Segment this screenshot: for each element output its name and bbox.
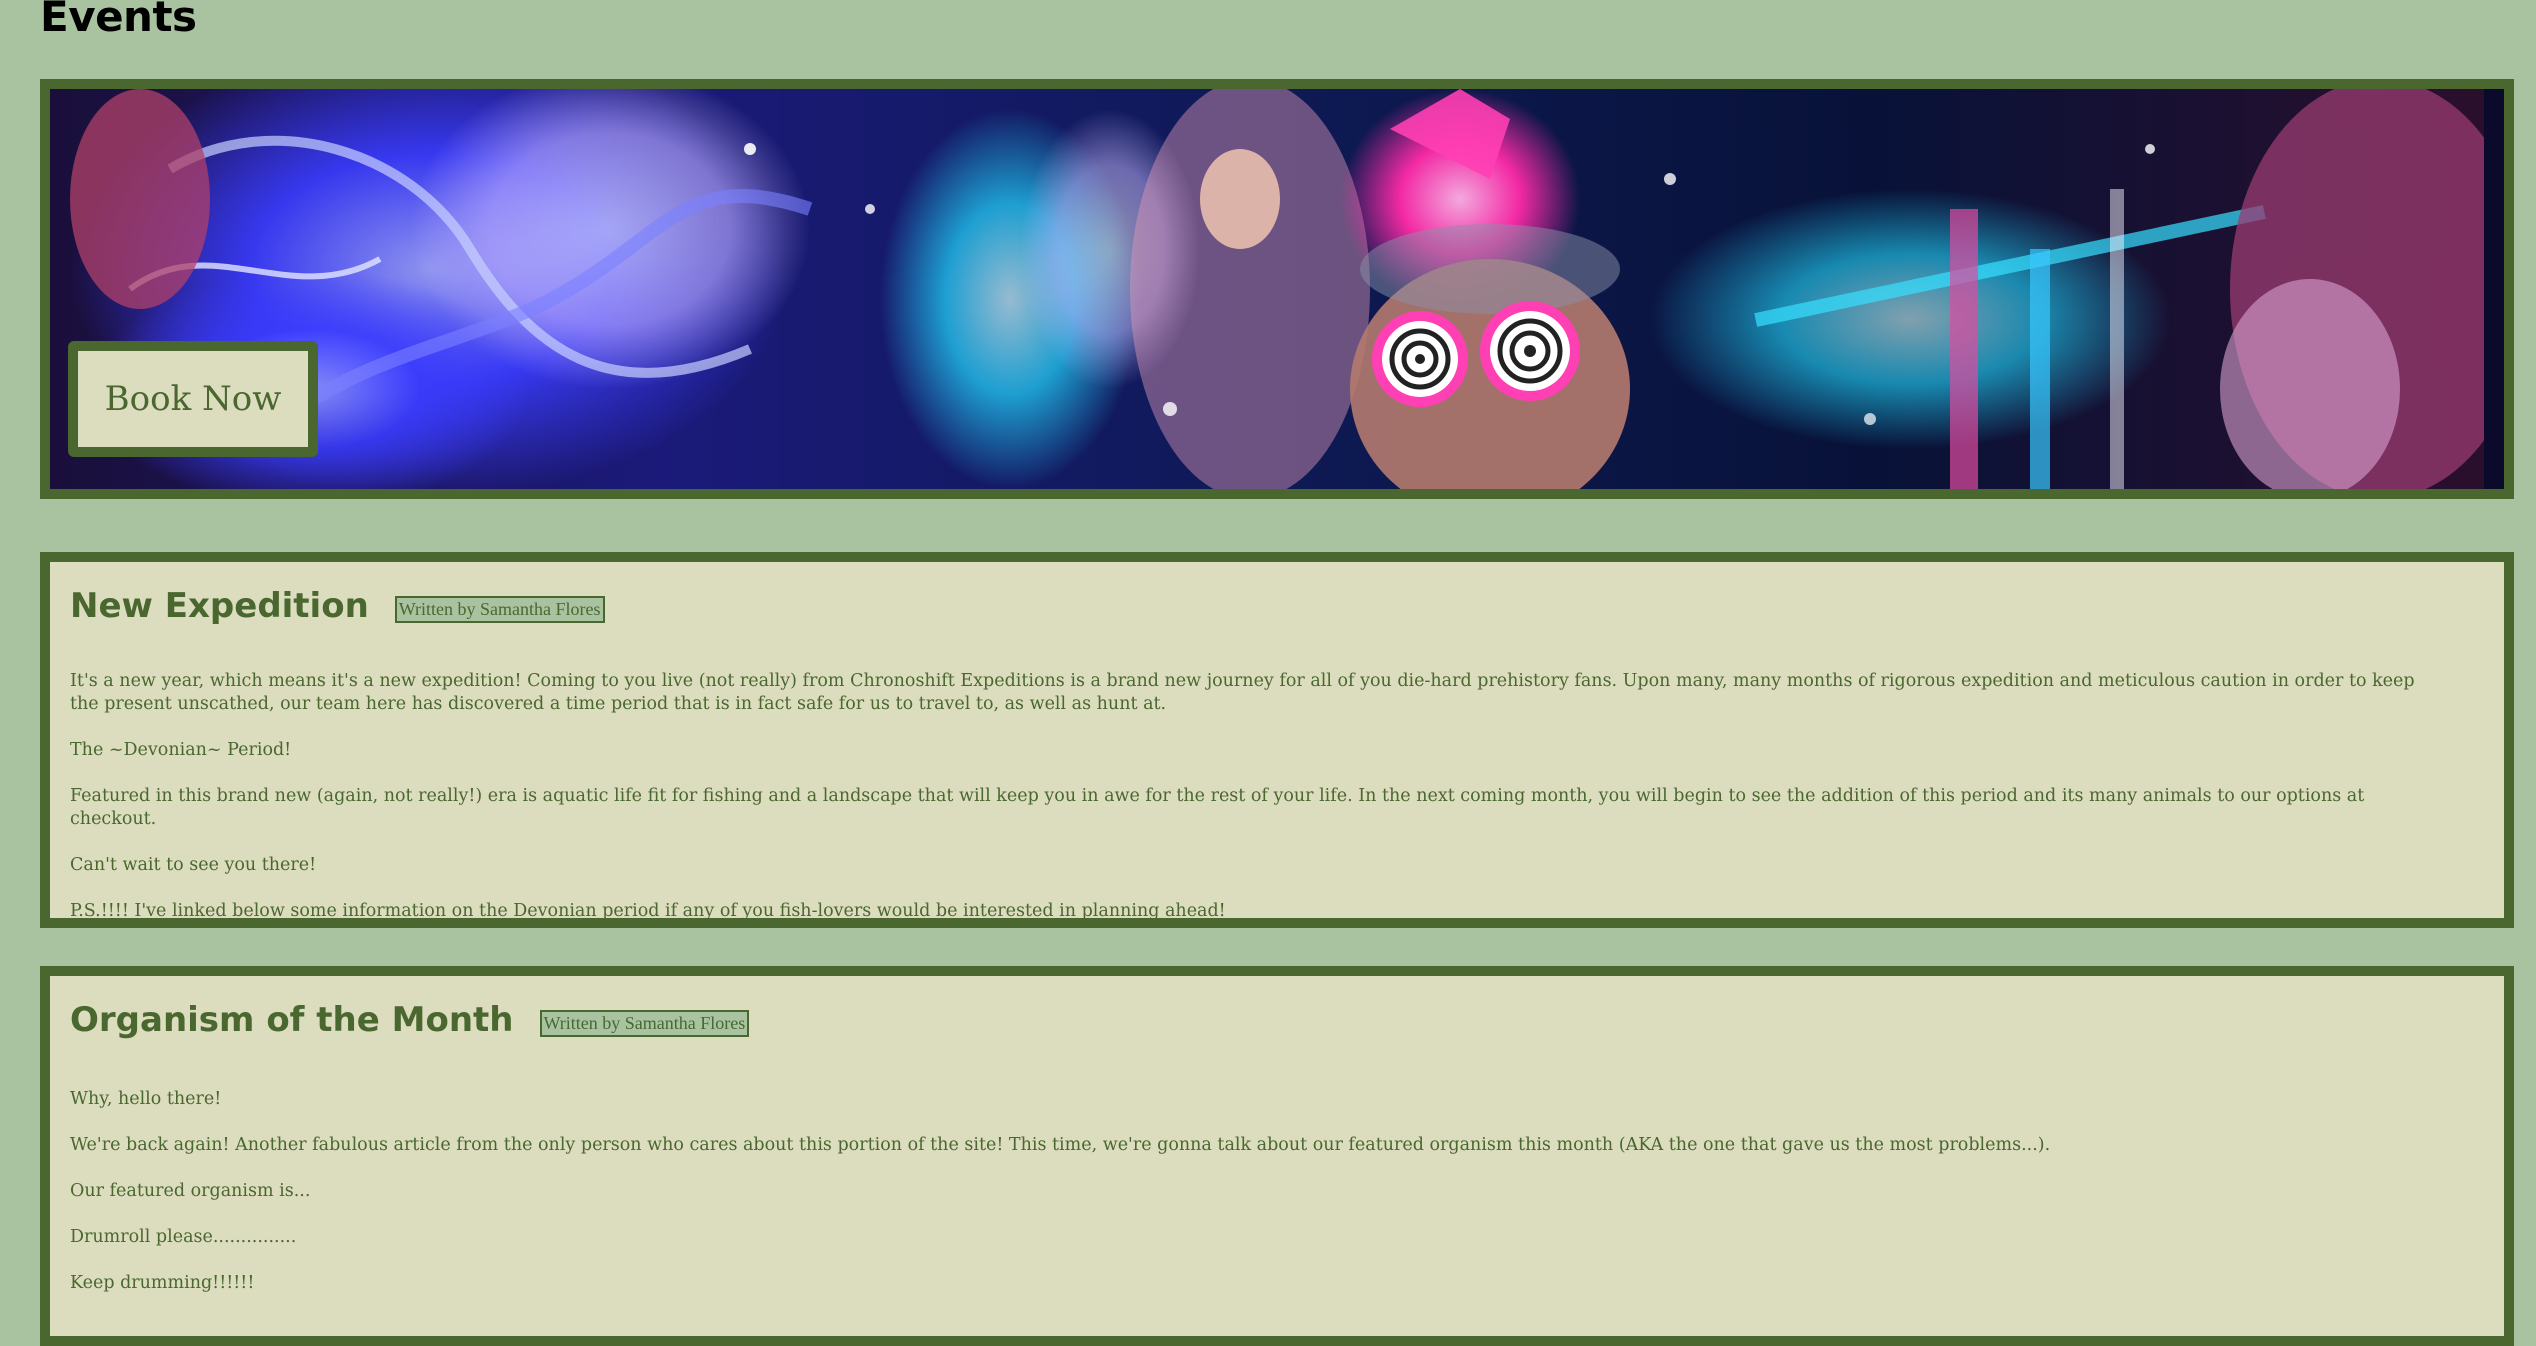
book-now-button[interactable]: Book Now	[68, 341, 318, 457]
article-paragraph: The ~Devonian~ Period!	[70, 740, 292, 760]
article-paragraph: Featured in this brand new (again, not r…	[70, 786, 2365, 829]
article-body: It's a new year, which means it's a new …	[70, 670, 2444, 946]
article-title: New Expedition	[70, 586, 369, 626]
article-new-expedition: New Expedition Written by Samantha Flore…	[40, 552, 2514, 928]
article-paragraph: P.S.!!!! I've linked below some informat…	[70, 901, 1226, 921]
article-header: New Expedition Written by Samantha Flore…	[70, 586, 605, 626]
page-title: Events	[40, 0, 197, 41]
article-organism-of-the-month: Organism of the Month Written by Samanth…	[40, 966, 2514, 1346]
article-paragraph: Why, hello there!	[70, 1089, 222, 1109]
article-paragraph: Can't wait to see you there!	[70, 855, 317, 875]
article-paragraph: It's a new year, which means it's a new …	[70, 671, 2415, 714]
article-body: Why, hello there! We're back again! Anot…	[70, 1088, 2444, 1318]
article-title: Organism of the Month	[70, 1000, 514, 1040]
article-paragraph: Our featured organism is...	[70, 1181, 311, 1201]
article-header: Organism of the Month Written by Samanth…	[70, 1000, 750, 1040]
author-byline: Written by Samantha Flores	[539, 1009, 750, 1037]
article-paragraph: Drumroll please...............	[70, 1227, 297, 1247]
author-byline: Written by Samantha Flores	[394, 595, 605, 623]
article-paragraph: Keep drumming!!!!!!	[70, 1273, 255, 1293]
article-paragraph: We're back again! Another fabulous artic…	[70, 1135, 2051, 1155]
hero-image	[50, 89, 2484, 489]
hero-banner: Book Now	[40, 79, 2514, 499]
